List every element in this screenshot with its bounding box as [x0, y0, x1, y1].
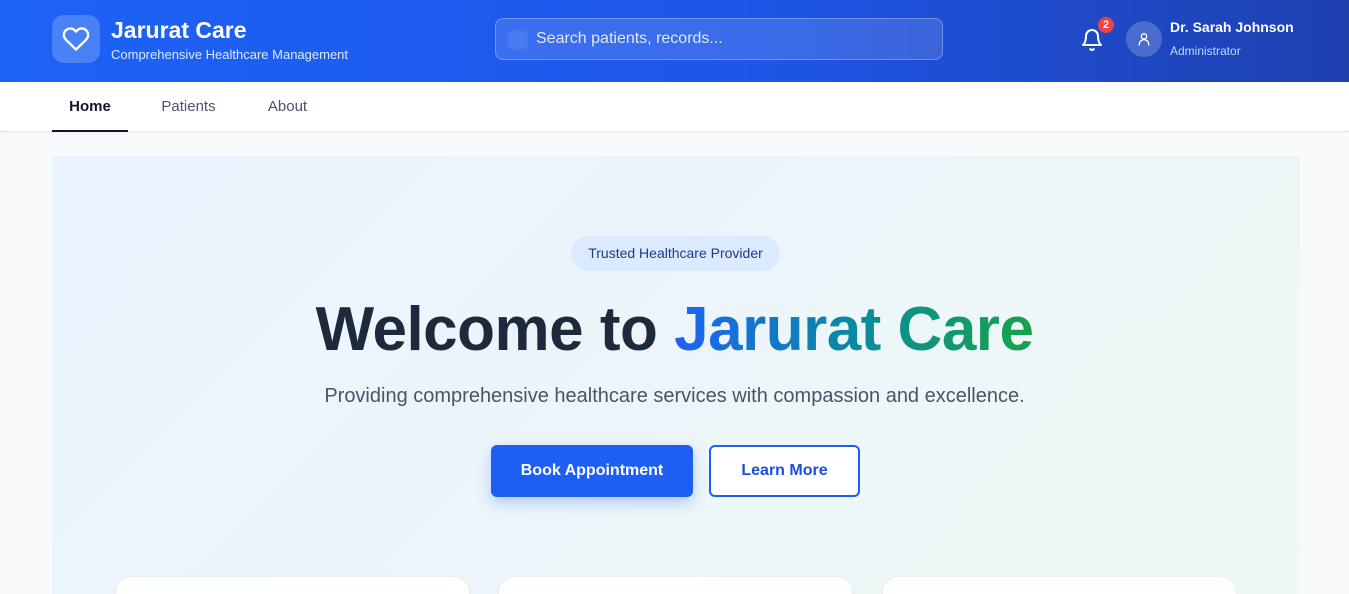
- tab-about[interactable]: About: [255, 82, 320, 132]
- heart-icon: [62, 27, 90, 51]
- trust-badge: Trusted Healthcare Provider: [571, 236, 780, 271]
- search-bar: [495, 18, 943, 60]
- search-input[interactable]: [496, 19, 942, 59]
- headline-highlight: Jarurat Care: [674, 295, 1034, 364]
- feature-card: [883, 577, 1236, 594]
- app-header: Jarurat Care Comprehensive Healthcare Ma…: [0, 0, 1349, 82]
- bell-icon[interactable]: [1080, 28, 1104, 52]
- tab-patients[interactable]: Patients: [150, 82, 227, 132]
- avatar[interactable]: [1126, 21, 1162, 57]
- tab-home[interactable]: Home: [52, 82, 128, 132]
- brand-title: Jarurat Care: [111, 17, 247, 43]
- user-name[interactable]: Dr. Sarah Johnson: [1170, 19, 1294, 35]
- notification-badge: 2: [1098, 17, 1114, 33]
- hero-section: [52, 156, 1300, 594]
- main-nav: Home Patients About: [0, 82, 1349, 132]
- user-role: Administrator: [1170, 44, 1241, 58]
- logo[interactable]: [52, 15, 100, 63]
- headline-prefix: Welcome to: [315, 295, 675, 364]
- book-appointment-button[interactable]: Book Appointment: [491, 445, 693, 497]
- hero-headline: Welcome to Jarurat Care: [0, 294, 1349, 365]
- learn-more-button[interactable]: Learn More: [709, 445, 860, 497]
- feature-card: [116, 577, 469, 594]
- user-icon: [1138, 33, 1150, 46]
- feature-card: [499, 577, 852, 594]
- brand-subtitle: Comprehensive Healthcare Management: [111, 47, 349, 62]
- hero-tagline: Providing comprehensive healthcare servi…: [324, 385, 1025, 407]
